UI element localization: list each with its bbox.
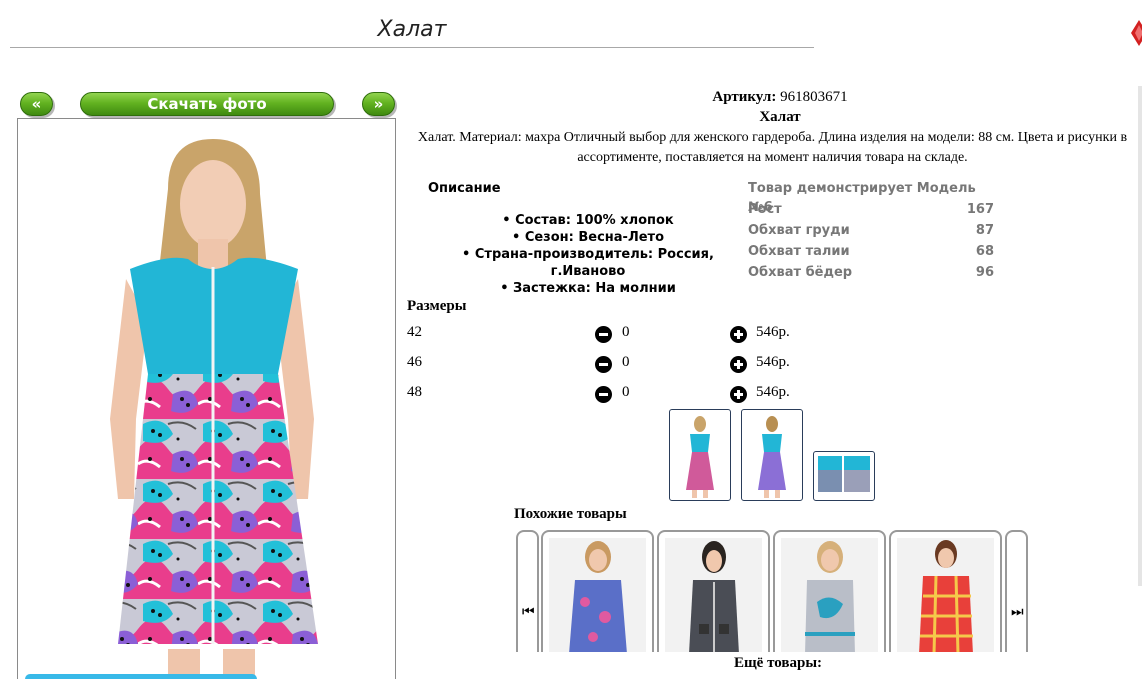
model-row-value: 87 xyxy=(975,223,994,238)
size-price: 546р. xyxy=(756,324,790,340)
plus-circle-icon[interactable] xyxy=(730,386,747,403)
carousel-next-button[interactable]: ⏭ xyxy=(1005,530,1028,652)
more-products-links[interactable] xyxy=(600,673,960,679)
model-row-value: 68 xyxy=(975,244,994,259)
details-heading: Описание xyxy=(428,181,501,196)
similar-products-heading: Похожие товары xyxy=(514,506,627,522)
photo-thumbnail[interactable] xyxy=(741,409,803,501)
similar-product-card[interactable] xyxy=(541,530,654,652)
model-row-label: Обхват талии xyxy=(748,244,850,259)
similar-product-card[interactable] xyxy=(889,530,1002,652)
carousel-prev-button[interactable]: ⏮ xyxy=(516,530,539,652)
size-row: 48 0 546р. xyxy=(407,384,807,406)
quantity-value: 0 xyxy=(622,384,630,400)
model-row: Обхват бёдер 96 xyxy=(748,263,994,284)
details-item: Сезон: Весна-Лето xyxy=(428,229,748,246)
photo-thumbnail[interactable] xyxy=(813,451,875,501)
similar-product-image xyxy=(781,538,878,652)
minus-circle-icon[interactable] xyxy=(595,356,612,373)
minus-circle-icon[interactable] xyxy=(595,326,612,343)
product-name: Халат xyxy=(759,109,801,125)
size-price: 546р. xyxy=(756,354,790,370)
size-label: 46 xyxy=(407,354,422,370)
size-row: 46 0 546р. xyxy=(407,354,807,376)
plus-circle-icon[interactable] xyxy=(730,326,747,343)
quantity-value: 0 xyxy=(622,324,630,340)
quantity-value: 0 xyxy=(622,354,630,370)
model-measurements: Товар демонстрирует Модель №6 Рост 167 О… xyxy=(748,179,994,284)
thumbnail-image xyxy=(758,416,786,498)
page-title: Халат xyxy=(10,14,814,48)
thumbnail-image xyxy=(686,416,714,498)
more-products-heading: Ещё товары: xyxy=(734,655,823,671)
plus-circle-icon[interactable] xyxy=(730,356,747,373)
skip-back-icon: ⏮ xyxy=(522,604,535,620)
model-row: Обхват груди 87 xyxy=(748,221,994,242)
model-row-label: Рост xyxy=(748,202,782,217)
model-row-label: Обхват бёдер xyxy=(748,265,853,280)
similar-product-image xyxy=(549,538,646,652)
model-row-value: 96 xyxy=(975,265,994,280)
article-line: Артикул: 961803671 xyxy=(420,89,1140,106)
scrollbar[interactable] xyxy=(1138,86,1142,586)
product-description: Халат. Материал: махра Отличный выбор дл… xyxy=(417,130,1128,165)
size-label: 42 xyxy=(407,324,422,340)
size-row: 42 0 546р. xyxy=(407,324,807,346)
minus-circle-icon[interactable] xyxy=(595,386,612,403)
model-row: Рост 167 xyxy=(748,200,994,221)
article-label: Артикул: xyxy=(712,89,777,105)
similar-product-image xyxy=(665,538,762,652)
details-list: Состав: 100% хлопок Сезон: Весна-Лето Ст… xyxy=(428,212,748,297)
thumbnail-image xyxy=(818,456,870,492)
size-label: 48 xyxy=(407,384,422,400)
photo-caption-bar xyxy=(25,674,257,679)
model-row-value: 167 xyxy=(966,202,994,217)
skip-forward-icon: ⏭ xyxy=(1011,604,1024,620)
sizes-heading: Размеры xyxy=(407,298,467,314)
model-row: Обхват талии 68 xyxy=(748,242,994,263)
next-photo-button[interactable]: » xyxy=(362,92,395,116)
similar-product-card[interactable] xyxy=(773,530,886,652)
photo-thumbnail[interactable] xyxy=(669,409,731,501)
similar-product-card[interactable] xyxy=(657,530,770,652)
dress-photo-image xyxy=(18,119,395,679)
details-item: Страна-производитель: Россия, г.Иваново xyxy=(428,246,748,280)
download-photo-button[interactable]: Скачать фото xyxy=(80,92,334,116)
prev-photo-button[interactable]: « xyxy=(20,92,53,116)
corner-diamond-icon[interactable] xyxy=(1131,20,1142,46)
size-price: 546р. xyxy=(756,384,790,400)
model-row: Товар демонстрирует Модель №6 xyxy=(748,179,994,215)
main-product-photo[interactable] xyxy=(17,118,396,679)
details-item: Состав: 100% хлопок xyxy=(428,212,748,229)
model-row-label: Товар демонстрирует Модель №6 xyxy=(748,181,976,215)
similar-product-image xyxy=(897,538,994,652)
model-row-label: Обхват груди xyxy=(748,223,850,238)
details-item: Застежка: На молнии xyxy=(428,280,748,297)
article-value: 961803671 xyxy=(780,89,848,105)
